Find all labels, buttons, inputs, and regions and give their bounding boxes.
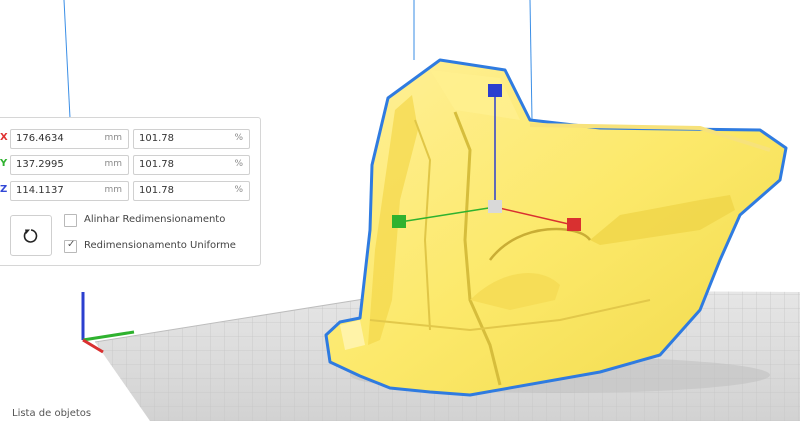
snap-scaling-label: Alinhar Redimensionamento [84,214,226,225]
uniform-scaling-label: Redimensionamento Uniforme [84,240,236,251]
axis-z-label: Z [0,184,8,195]
size-x-unit: mm [104,133,122,143]
size-y-value: 137.2995 [16,159,64,170]
scale-handle-center[interactable] [488,200,502,213]
snap-scaling-checkbox[interactable] [64,214,77,227]
object-list-toggle[interactable]: Lista de objetos [12,408,91,419]
reset-rotate-icon [23,228,38,243]
percent-x-unit: % [234,133,243,143]
axis-y-label: Y [0,158,8,169]
scale-handle-y[interactable] [392,215,406,228]
size-y-unit: mm [104,159,122,169]
percent-x-input[interactable]: 101.78 % [133,129,250,149]
scale-handle-z[interactable] [488,84,502,97]
percent-y-value: 101.78 [139,159,174,170]
size-z-unit: mm [104,185,122,195]
size-x-input[interactable]: 176.4634 mm [10,129,129,149]
uniform-scaling-checkbox[interactable]: ✓ [64,239,77,253]
reset-scale-button[interactable] [10,215,52,256]
percent-z-input[interactable]: 101.78 % [133,181,250,201]
percent-z-unit: % [234,185,243,195]
percent-z-value: 101.78 [139,185,174,196]
size-z-input[interactable]: 114.1137 mm [10,181,129,201]
percent-y-unit: % [234,159,243,169]
checkmark-icon: ✓ [67,239,76,250]
scale-handle-x[interactable] [567,218,581,231]
percent-y-input[interactable]: 101.78 % [133,155,250,175]
axis-x-label: X [0,132,8,143]
size-y-input[interactable]: 137.2995 mm [10,155,129,175]
size-x-value: 176.4634 [16,133,64,144]
percent-x-value: 101.78 [139,133,174,144]
size-z-value: 114.1137 [16,185,64,196]
scale-tool-panel: X 176.4634 mm 101.78 % Y 137.2995 mm 101… [0,117,261,266]
